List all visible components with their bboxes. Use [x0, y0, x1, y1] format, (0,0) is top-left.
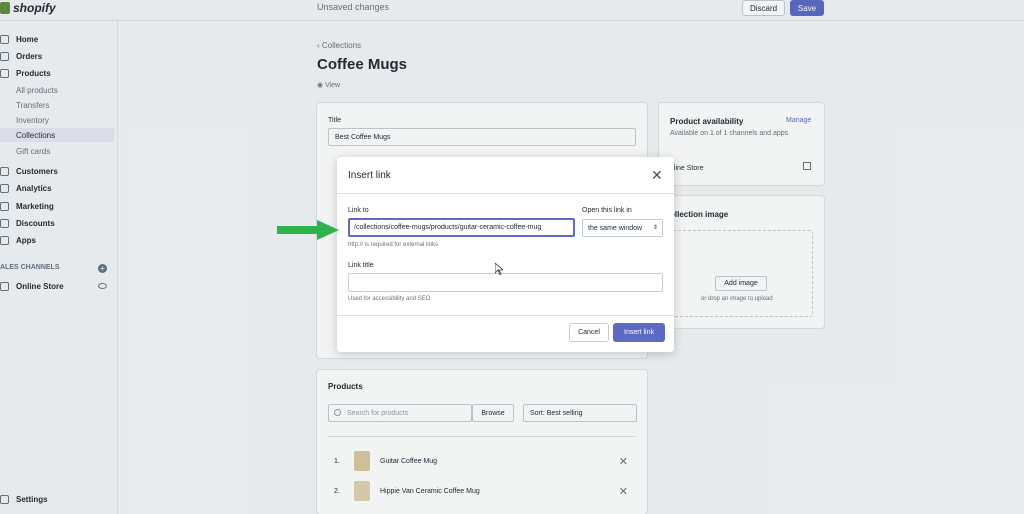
link-title-label: Link title — [348, 262, 374, 269]
link-title-input[interactable] — [348, 273, 663, 292]
open-in-label: Open this link in — [582, 207, 632, 214]
link-to-label: Link to — [348, 207, 369, 214]
select-chevron-icon: ⇕ — [652, 225, 658, 231]
modal-title: Insert link — [348, 170, 391, 181]
green-arrow-icon — [277, 220, 339, 240]
open-in-select[interactable]: the same window ⇕ — [582, 219, 663, 237]
insert-link-button[interactable]: Insert link — [613, 323, 665, 342]
cancel-button[interactable]: Cancel — [569, 323, 609, 342]
open-in-value: the same window — [588, 225, 643, 232]
title-hint: Used for accessibility and SEO — [348, 296, 431, 302]
insert-link-modal: Insert link ✕ Link to /collections/coffe… — [337, 157, 674, 352]
mouse-cursor-icon — [495, 263, 503, 275]
close-icon[interactable]: ✕ — [651, 167, 663, 184]
link-hint: http:// is required for external links — [348, 242, 439, 248]
modal-header: Insert link ✕ — [337, 157, 674, 194]
link-to-input[interactable]: /collections/coffee-mugs/products/guitar… — [348, 218, 575, 237]
